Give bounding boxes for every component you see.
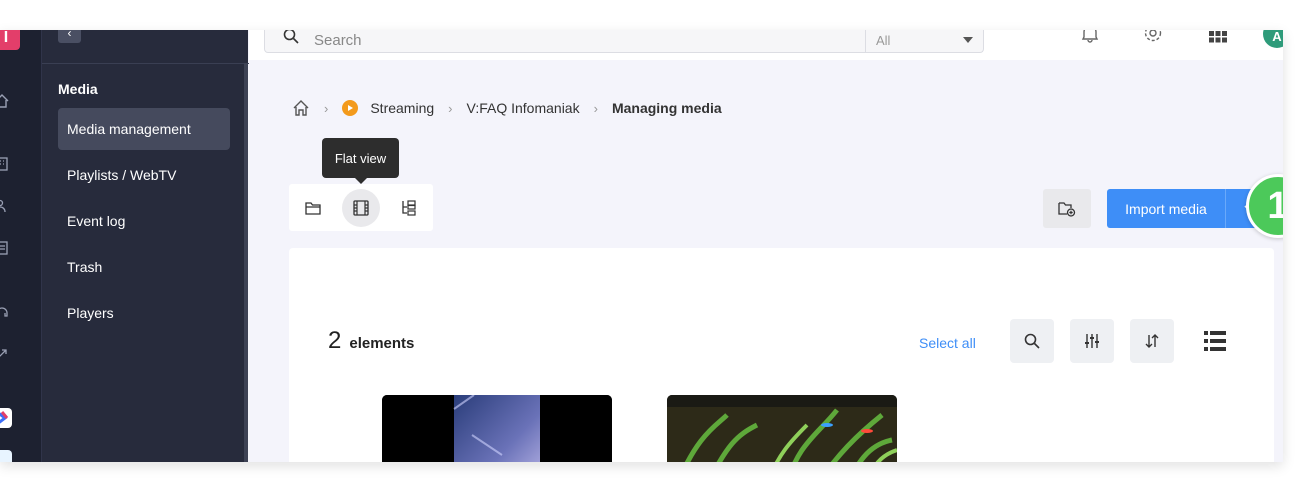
list-view-toggle[interactable]: [1193, 319, 1237, 363]
media-thumbnail[interactable]: [382, 395, 612, 462]
invoice-icon[interactable]: [0, 240, 10, 256]
main-content: › Streaming › V:FAQ Infomaniak › Managin…: [249, 60, 1283, 462]
topbar: Search All A: [249, 30, 1283, 60]
element-count-number: 2: [328, 327, 342, 354]
sidebar-item-label: Players: [67, 305, 114, 321]
global-search[interactable]: Search All: [264, 30, 984, 53]
element-count-label: elements: [349, 335, 415, 352]
app-window: I ‹ Media Media management Playlists / W…: [0, 30, 1283, 462]
search-input[interactable]: Search: [314, 32, 362, 49]
chevron-left-icon: ‹: [67, 30, 72, 40]
search-scope-select[interactable]: All: [876, 33, 890, 48]
sidebar: ‹ Media Media management Playlists / Web…: [41, 30, 249, 462]
tree-view-button[interactable]: [390, 189, 428, 227]
streaming-product-icon: [342, 100, 359, 116]
search-media-button[interactable]: [1010, 319, 1054, 363]
support-icon[interactable]: [0, 304, 10, 320]
sidebar-item-label: Media management: [67, 121, 191, 137]
video-thumbnail-image: [382, 395, 612, 462]
folder-open-icon: [305, 202, 321, 215]
avatar[interactable]: A: [1263, 30, 1283, 48]
flat-view-tooltip: Flat view: [322, 138, 399, 184]
tree-structure-icon: [402, 200, 416, 216]
home-icon[interactable]: [0, 93, 10, 109]
breadcrumb-separator-icon: ›: [593, 100, 598, 116]
gear-icon[interactable]: [1142, 30, 1164, 44]
flat-view-button[interactable]: [342, 189, 380, 227]
element-count: 2 elements: [328, 327, 414, 355]
app-rail: I: [0, 30, 41, 462]
search-icon: [283, 30, 299, 44]
step-number-badge: 1: [1246, 174, 1283, 238]
view-switcher: [289, 184, 433, 231]
sidebar-item-label: Trash: [67, 259, 103, 275]
media-thumbnail[interactable]: [667, 395, 897, 462]
list-icon: [1204, 331, 1226, 351]
sort-button[interactable]: [1130, 319, 1174, 363]
sidebar-item-event-log[interactable]: Event log: [58, 200, 230, 242]
collapse-sidebar-button[interactable]: ‹: [58, 30, 81, 43]
search-divider: [865, 30, 866, 53]
users-icon[interactable]: [0, 198, 10, 214]
rocket-icon[interactable]: [0, 346, 10, 362]
sidebar-item-label: Playlists / WebTV: [67, 167, 177, 183]
sidebar-scrollbar[interactable]: [244, 63, 248, 462]
kmeet-app-icon[interactable]: [0, 408, 12, 428]
sidebar-item-playlists[interactable]: Playlists / WebTV: [58, 154, 230, 196]
sidebar-item-media-management[interactable]: Media management: [58, 108, 230, 150]
video-thumbnail-image: [667, 395, 897, 462]
breadcrumb-streaming[interactable]: Streaming: [370, 100, 434, 116]
breadcrumb-channel[interactable]: V:FAQ Infomaniak: [467, 100, 580, 116]
import-media-button[interactable]: Import media: [1107, 189, 1225, 228]
folder-view-button[interactable]: [294, 189, 332, 227]
home-icon[interactable]: [292, 99, 310, 117]
breadcrumb-current: Managing media: [611, 100, 722, 116]
sort-icon: [1145, 334, 1159, 348]
film-icon: [353, 200, 369, 216]
sidebar-item-players[interactable]: Players: [58, 292, 230, 334]
kdrive-app-icon[interactable]: [0, 450, 12, 462]
sidebar-item-label: Event log: [67, 213, 126, 229]
new-folder-button[interactable]: [1043, 189, 1091, 228]
select-all-link[interactable]: Select all: [919, 335, 976, 351]
building-icon[interactable]: [0, 156, 10, 172]
sidebar-item-trash[interactable]: Trash: [58, 246, 230, 288]
folder-add-icon: [1058, 201, 1076, 217]
sidebar-divider: [42, 63, 249, 64]
media-panel: 2 elements Select all: [289, 248, 1274, 462]
filter-button[interactable]: [1070, 319, 1114, 363]
search-icon: [1024, 333, 1040, 349]
breadcrumb-separator-icon: ›: [448, 100, 453, 116]
app-logo[interactable]: I: [0, 30, 20, 50]
bell-icon[interactable]: [1079, 30, 1101, 44]
apps-grid-icon[interactable]: [1207, 30, 1229, 44]
sliders-icon: [1085, 334, 1099, 348]
breadcrumb-separator-icon: ›: [324, 100, 329, 116]
sidebar-section-title: Media: [58, 81, 98, 97]
breadcrumb: › Streaming › V:FAQ Infomaniak › Managin…: [292, 98, 722, 118]
chevron-down-icon: [963, 37, 973, 43]
